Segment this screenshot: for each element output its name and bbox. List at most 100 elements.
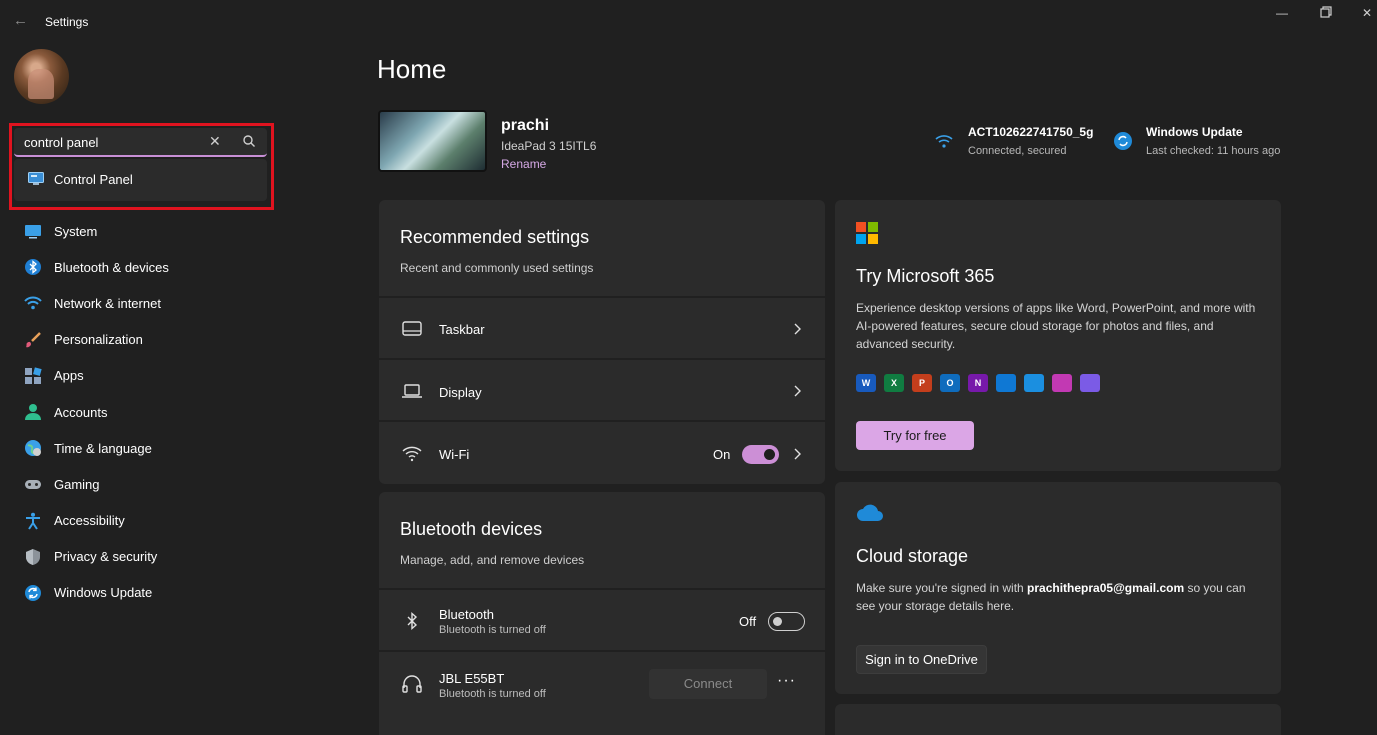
onedrive-icon — [996, 374, 1016, 392]
sidebar-item-network[interactable]: Network & internet — [14, 285, 267, 321]
card-subtitle: Manage, add, and remove devices — [400, 553, 585, 567]
sidebar-item-label: Windows Update — [54, 585, 153, 601]
suggestion-label: Control Panel — [54, 172, 133, 187]
search-suggestion-control-panel[interactable]: Control Panel — [14, 159, 267, 201]
toggle-state-label: Off — [739, 614, 757, 629]
minimize-icon[interactable]: — — [1270, 6, 1294, 24]
search-box[interactable]: ✕ — [14, 128, 267, 157]
sidebar-item-label: Accounts — [54, 404, 108, 420]
globe-icon — [25, 440, 41, 457]
recommended-settings-card: Recommended settings Recent and commonly… — [379, 200, 825, 484]
row-taskbar[interactable]: Taskbar — [379, 296, 825, 358]
system-icon — [25, 225, 41, 239]
sidebar-item-label: Apps — [54, 368, 84, 384]
clear-search-icon[interactable]: ✕ — [209, 133, 221, 150]
sidebar-item-label: Privacy & security — [54, 549, 158, 565]
sidebar-item-label: Bluetooth & devices — [54, 259, 169, 275]
excel-icon: X — [884, 374, 904, 392]
sidebar-item-gaming[interactable]: Gaming — [14, 466, 267, 502]
laptop-icon — [402, 384, 422, 398]
m365-app-icons: W X P O N — [856, 374, 1100, 392]
network-status: Connected, secured — [968, 145, 1067, 157]
bluetooth-icon — [407, 611, 418, 631]
back-arrow-icon[interactable]: ← — [13, 12, 33, 32]
powerpoint-icon: P — [912, 374, 932, 392]
try-for-free-button[interactable]: Try for free — [856, 421, 974, 450]
card-title: Recommended settings — [400, 227, 590, 247]
body-text: Make sure you're signed in with — [856, 581, 1028, 595]
window-title: Settings — [45, 15, 89, 29]
row-label: Display — [439, 385, 482, 400]
cloud-icon — [857, 504, 883, 521]
sidebar-item-label: System — [54, 223, 98, 239]
bluetooth-toggle[interactable] — [768, 612, 805, 631]
next-card-partial — [835, 704, 1281, 735]
row-label: Bluetooth — [439, 607, 494, 622]
word-icon: W — [856, 374, 876, 392]
cloud-storage-card: Cloud storage Make sure you're signed in… — [835, 482, 1281, 694]
update-icon — [25, 584, 41, 601]
sidebar-item-label: Network & internet — [54, 295, 161, 311]
clipchamp-icon — [1080, 374, 1100, 392]
sidebar-item-privacy[interactable]: Privacy & security — [14, 539, 267, 575]
taskbar-icon — [402, 321, 422, 336]
sidebar-item-label: Personalization — [54, 332, 143, 348]
sidebar-item-label: Accessibility — [54, 513, 125, 529]
avatar[interactable] — [14, 49, 69, 104]
card-subtitle: Recent and commonly used settings — [400, 261, 594, 275]
search-icon[interactable] — [242, 134, 256, 148]
rename-link[interactable]: Rename — [501, 157, 546, 171]
sidebar-item-accounts[interactable]: Accounts — [14, 394, 267, 430]
card-body: Experience desktop versions of apps like… — [856, 301, 1256, 351]
chevron-right-icon — [794, 323, 801, 335]
sidebar-item-windows-update[interactable]: Windows Update — [14, 575, 267, 611]
windows-update-status: Last checked: 11 hours ago — [1146, 145, 1281, 157]
card-body: Make sure you're signed in with prachith… — [856, 579, 1266, 615]
connect-button[interactable]: Connect — [649, 669, 767, 699]
more-options-icon[interactable]: ··· — [777, 672, 796, 690]
control-panel-icon — [28, 172, 44, 185]
wifi-status-icon — [935, 135, 953, 148]
restore-icon[interactable] — [1314, 6, 1338, 24]
chevron-right-icon[interactable] — [792, 448, 802, 460]
title-bar: ← Settings — ✕ — [0, 0, 1377, 44]
sidebar-item-system[interactable]: System — [14, 213, 267, 249]
chevron-right-icon — [794, 385, 801, 397]
person-icon — [25, 404, 41, 421]
sidebar-item-personalization[interactable]: Personalization — [14, 322, 267, 358]
sidebar-item-time-language[interactable]: Time & language — [14, 430, 267, 466]
bluetooth-devices-card: Bluetooth devices Manage, add, and remov… — [379, 492, 825, 735]
device-name: prachi — [501, 117, 550, 134]
sidebar-item-label: Gaming — [54, 476, 100, 492]
row-jbl-e55bt: JBL E55BT Bluetooth is turned off Connec… — [379, 650, 825, 714]
search-input[interactable] — [24, 133, 194, 151]
windows-update-status-icon — [1114, 132, 1132, 150]
account-email: prachithepra05@gmail.com — [1027, 581, 1185, 595]
sidebar-item-bluetooth[interactable]: Bluetooth & devices — [14, 249, 267, 285]
wifi-toggle[interactable] — [742, 445, 779, 464]
row-label: JBL E55BT — [439, 671, 505, 686]
microsoft-365-card: Try Microsoft 365 Experience desktop ver… — [835, 200, 1281, 471]
gamepad-icon — [25, 480, 41, 490]
row-bluetooth[interactable]: Bluetooth Bluetooth is turned off Off — [379, 588, 825, 650]
sidebar-item-accessibility[interactable]: Accessibility — [14, 503, 267, 539]
wifi-icon — [402, 446, 422, 462]
row-display[interactable]: Display — [379, 358, 825, 420]
sign-in-onedrive-button[interactable]: Sign in to OneDrive — [856, 645, 987, 674]
sidebar-item-apps[interactable]: Apps — [14, 358, 267, 394]
device-model: IdeaPad 3 15ITL6 — [501, 139, 597, 153]
network-name[interactable]: ACT102622741750_5g — [968, 125, 1093, 139]
windows-update-title[interactable]: Windows Update — [1146, 125, 1243, 139]
row-label: Taskbar — [439, 322, 485, 337]
close-window-icon[interactable]: ✕ — [1355, 6, 1377, 24]
brush-icon — [26, 331, 41, 347]
card-title: Bluetooth devices — [400, 519, 543, 539]
wifi-icon — [24, 297, 42, 310]
row-sublabel: Bluetooth is turned off — [439, 624, 546, 636]
row-wifi[interactable]: Wi-Fi On — [379, 420, 825, 484]
onenote-icon: N — [968, 374, 988, 392]
card-title: Cloud storage — [856, 546, 969, 566]
headphones-icon — [402, 675, 422, 693]
defender-icon — [1024, 374, 1044, 392]
device-wallpaper-thumbnail — [378, 110, 487, 172]
